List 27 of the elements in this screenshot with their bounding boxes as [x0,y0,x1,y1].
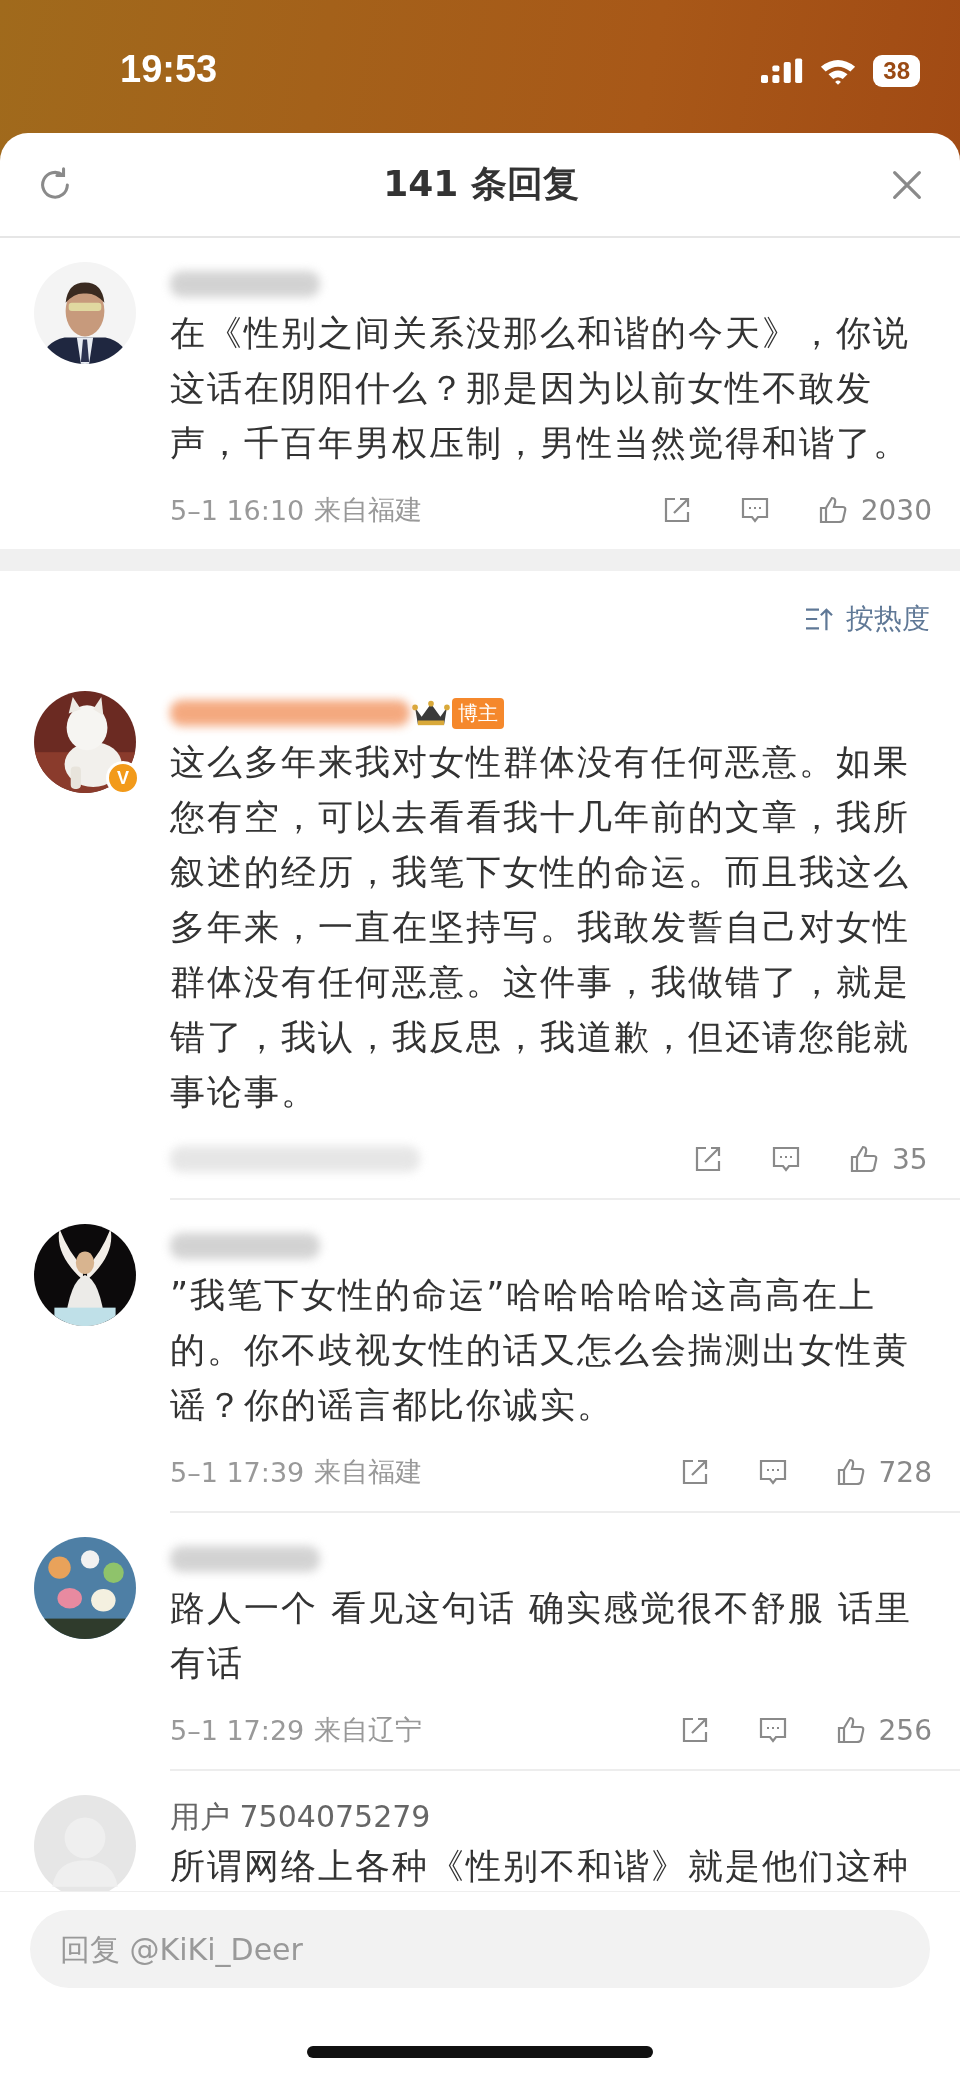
comment-text: 这么多年来我对女性群体没有任何恶意。如果您有空，可以去看看我十几年前的文章，我所叙述的经历，我笔下女性的命运。而且我这么多年来，一直在坚持写。我敢发誓自己对女性群体没有任何恶意。这件事，我做错了，就是错了，我认，我反思，我道歉，但还请您能就事论事。 [170,741,911,1114]
sort-button[interactable]: 按热度 [804,600,930,638]
like-count: 256 [878,1713,932,1747]
comment-text: 在《性别之间关系没那么和谐的今天》，你说这话在阴阳什么？那是因为以前女性不敢发声，千百年男权压制，男性当然觉得和谐了。 [170,312,911,465]
comment-date: 5–1 17:39 [170,1456,305,1488]
verified-badge: V [106,761,140,795]
thumbs-up-icon[interactable] [848,1143,880,1175]
like-count: 2030 [860,493,932,527]
comment-location: 来自福建 [314,1455,423,1489]
status-time: 19:53 [120,48,218,91]
like-count: 728 [878,1455,932,1489]
like-count: 35 [892,1142,929,1176]
comment-date: 5–1 16:10 [170,494,305,526]
author-name[interactable]: 用户 7504075279 [170,1796,431,1838]
comment-location: 来自福建 [314,493,423,527]
comment-location: 来自辽宁 [314,1713,423,1747]
crown-icon [412,698,450,728]
window-title: 141 条回复 [383,162,579,206]
blogger-badge: 博主 [452,697,504,729]
reply-field[interactable]: 回复 @KiKi_Deer [30,1910,930,1988]
signal-icon [761,57,804,85]
comment-text: 所谓网络上各种《性别不和谐》就是他们这种 [170,1845,911,1888]
sort-icon [804,606,834,632]
comment-text: ”我笔下女性的命运”哈哈哈哈哈这高高在上的。你不歧视女性的话又怎么会揣测出女性黄谣？你的谣言都比你诚实。 [170,1274,911,1427]
battery-indicator: 38 [873,55,920,87]
comment-date: 5–1 17:29 [170,1714,305,1746]
comment-text: 路人一个 看见这句话 确实感觉很不舒服 话里有话 [170,1587,914,1685]
